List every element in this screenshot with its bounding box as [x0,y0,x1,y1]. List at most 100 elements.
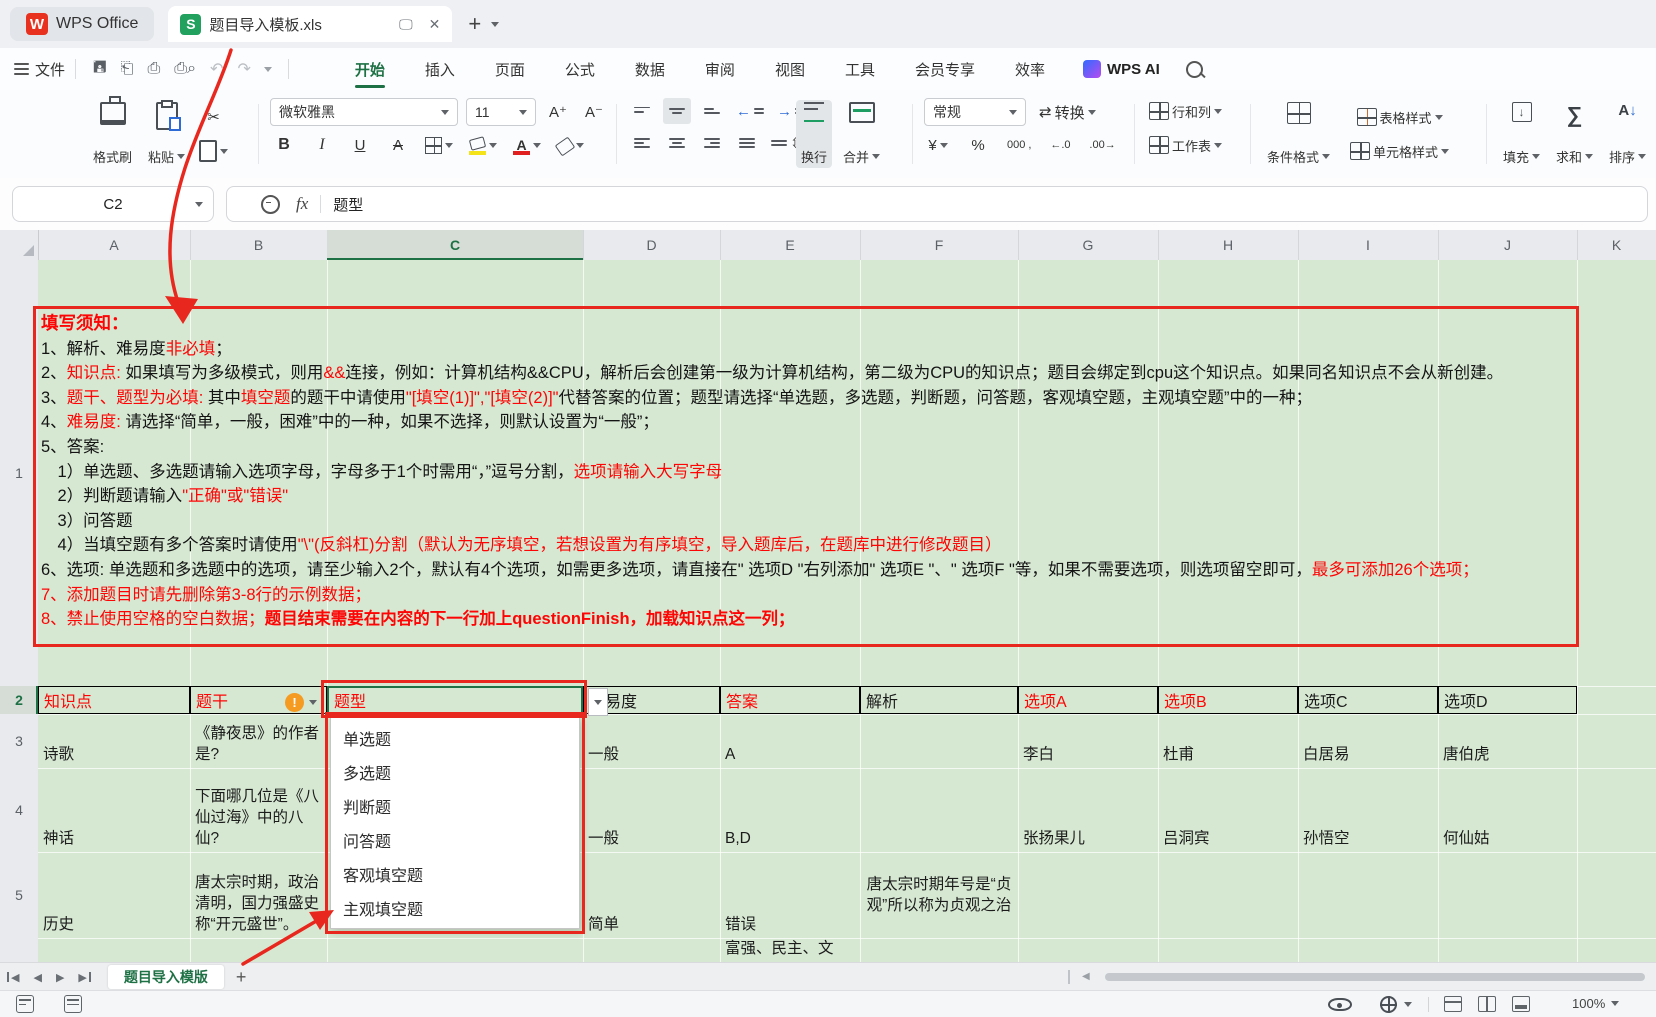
column-header-K[interactable]: K [1577,230,1656,260]
align-middle-button[interactable] [663,98,691,124]
ribbon-tab-审阅[interactable]: 审阅 [685,48,755,90]
eye-protection-icon[interactable] [1328,998,1352,1011]
align-left-button[interactable] [628,130,656,156]
close-tab-icon[interactable]: ✕ [429,16,441,33]
dropdown-item-主观填空题[interactable]: 主观填空题 [331,891,579,925]
tab-list-chevron-icon[interactable] [491,22,499,27]
validation-warning-icon[interactable]: ! [285,693,304,712]
ribbon-tab-会员专享[interactable]: 会员专享 [895,48,995,90]
wps-ai-button[interactable]: WPS AI [1083,60,1160,78]
quick-access-chevron-icon[interactable] [264,67,272,72]
cell-A5[interactable]: 历史 [38,852,190,938]
export-icon[interactable]: ⎗ [121,60,134,78]
redo-icon[interactable]: ↷ [237,59,250,79]
align-top-button[interactable] [628,98,656,124]
ribbon-tab-效率[interactable]: 效率 [995,48,1065,90]
table-style-button[interactable]: 表格样式 [1347,104,1452,130]
validation-dropdown-button[interactable] [588,688,608,716]
column-header-H[interactable]: H [1158,230,1299,260]
font-name-select[interactable]: 微软雅黑 [270,98,458,126]
undo-icon[interactable]: ↶ [210,59,223,79]
dropdown-item-问答题[interactable]: 问答题 [331,823,579,857]
column-header-E[interactable]: E [720,230,861,260]
cell-B3[interactable]: 《静夜思》的作者是? [190,714,327,768]
next-sheet-button[interactable]: ▶ [56,971,64,984]
print-icon[interactable]: ⎙ [147,60,160,78]
pan-tool-icon[interactable] [1380,996,1397,1013]
warning-chevron-icon[interactable] [309,700,317,705]
cell-D3[interactable]: 一般 [583,714,720,768]
ribbon-tab-插入[interactable]: 插入 [405,48,475,90]
cell-A4[interactable]: 神话 [38,768,190,852]
cell-F5[interactable]: 唐太宗时期年号是“贞观”所以称为贞观之治 [860,852,1018,938]
cell-A2[interactable]: 知识点 [38,686,190,714]
justify-button[interactable] [733,130,761,156]
column-header-F[interactable]: F [860,230,1019,260]
align-bottom-button[interactable] [698,98,726,124]
dropdown-item-判断题[interactable]: 判断题 [331,789,579,823]
first-sheet-button[interactable]: ◀ [7,971,19,984]
document-tab[interactable]: S 题目导入模板.xls 🖵 ✕ [168,6,452,42]
borders-button[interactable] [422,132,456,158]
normal-view-icon[interactable] [1444,996,1462,1012]
row-header-1[interactable]: 1 [0,465,38,481]
fx-icon[interactable]: fx [296,194,308,214]
cell-E5[interactable]: 错误 [720,852,860,938]
bold-button[interactable]: B [270,132,298,158]
dropdown-item-客观填空题[interactable]: 客观填空题 [331,857,579,891]
prev-sheet-button[interactable]: ◀ [33,971,41,984]
cell-C2[interactable]: 题型 [327,686,583,714]
conditional-format-button[interactable]: 条件格式 [1262,100,1335,168]
cell-reference-box[interactable]: C2 [12,186,214,222]
font-size-select[interactable]: 11 [466,98,536,126]
italic-button[interactable]: I [308,132,336,158]
copy-button[interactable] [196,138,231,164]
cell-E4[interactable]: B,D [720,768,860,852]
font-color-button[interactable]: A [510,132,544,158]
save-icon[interactable]: 🖪 [93,56,107,83]
merge-cells-button[interactable]: 合并 [838,100,885,168]
cell-F2[interactable]: 解析 [860,686,1018,714]
cell-G4[interactable]: 张扬果儿 [1018,768,1158,852]
strikethrough-button[interactable]: A [384,132,412,158]
horizontal-scrollbar[interactable] [1105,973,1645,981]
cut-button[interactable]: ✂ [196,104,231,130]
currency-button[interactable]: ¥ [924,132,952,158]
row-header-3[interactable]: 3 [0,733,38,749]
share-screen-icon[interactable]: 🖵 [399,16,413,33]
cell-I4[interactable]: 孙悟空 [1298,768,1438,852]
underline-button[interactable]: U [346,132,374,158]
cell-E3[interactable]: A [720,714,860,768]
dropdown-item-多选题[interactable]: 多选题 [331,755,579,789]
increase-decimal-button[interactable]: ←.0 [1046,132,1074,158]
wrap-text-button[interactable]: 换行 [796,100,832,168]
cell-J4[interactable]: 何仙姑 [1438,768,1577,852]
format-painter-button[interactable]: 格式刷 [88,100,137,168]
wps-office-button[interactable]: W WPS Office [10,7,154,41]
ribbon-tab-视图[interactable]: 视图 [755,48,825,90]
worksheet-button[interactable]: 工作表 [1146,132,1225,158]
ribbon-tab-公式[interactable]: 公式 [545,48,615,90]
column-header-B[interactable]: B [190,230,328,260]
sort-button[interactable]: A↓ 排序 [1604,100,1651,168]
sheet-tab-active[interactable]: 题目导入模版 [108,965,224,989]
row-header-2[interactable]: 2 [0,692,38,708]
clear-format-button[interactable] [554,132,587,158]
zoom-control[interactable]: 100% [1572,996,1619,1011]
cell-H2[interactable]: 选项B [1158,686,1298,714]
ribbon-tab-页面[interactable]: 页面 [475,48,545,90]
number-format-select[interactable]: 常规 [924,98,1026,126]
cell-H3[interactable]: 杜甫 [1158,714,1298,768]
last-sheet-button[interactable]: ▶ [78,971,90,984]
ribbon-tab-开始[interactable]: 开始 [335,48,405,90]
align-center-button[interactable] [663,130,691,156]
ribbon-tab-数据[interactable]: 数据 [615,48,685,90]
cell-B2[interactable]: 题干 [190,686,327,714]
column-header-A[interactable]: A [38,230,191,260]
page-break-view-icon[interactable] [1512,996,1530,1012]
column-header-D[interactable]: D [583,230,721,260]
thousands-separator-button[interactable]: 000, [1004,132,1034,158]
new-tab-button[interactable]: + [468,11,481,37]
decrease-decimal-button[interactable]: .00→ [1086,132,1118,158]
cell-D4[interactable]: 一般 [583,768,720,852]
